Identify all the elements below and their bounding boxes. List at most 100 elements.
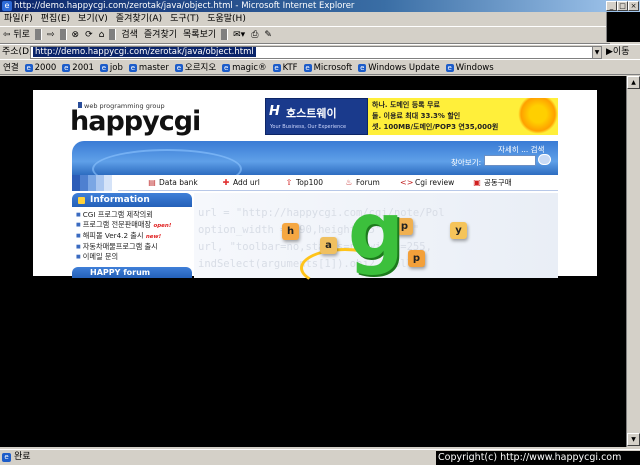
edit-icon[interactable]: ✎ [261,27,275,44]
info-item-label: 자동차매물프로그램 출시 [82,242,158,251]
big-g-logo: g [348,187,404,277]
header-swirl-graphic [92,149,242,175]
favorites-button[interactable]: 즐겨찾기 [141,27,180,44]
window-titlebar: e http://demo.happycgi.com/zerotak/java/… [0,0,640,12]
nav-data-bank[interactable]: ▤ Data bank [148,177,198,189]
home-button[interactable]: ⌂ [96,27,108,44]
address-bar: 주소(D) http://demo.happycgi.com/zerotak/j… [0,44,640,59]
menu-edit[interactable]: 편집(E) [37,12,74,27]
link-item[interactable]: magic® [219,60,269,74]
nav-cgi-review[interactable]: <> Cgi review [400,177,454,189]
stop-button[interactable]: ⊗ [69,27,83,44]
new-badge: new! [145,234,162,240]
sun-graphic-icon [518,98,558,134]
site-search-button[interactable] [538,154,551,165]
nav-group-buy[interactable]: ▣ 공동구매 [473,177,512,189]
hostway-title: 호스트웨이 [286,107,337,120]
ie-icon: e [2,1,12,11]
nav-label: 공동구매 [484,178,512,187]
domain-promo-banner[interactable]: 하나. 도메인 등록 무료 둘. 이용료 최대 33.3% 할인 셋. 100M… [368,98,558,135]
open-badge: open! [153,223,172,229]
list-item[interactable]: 프로그램 전문판매매장 open! [76,220,192,231]
list-item[interactable]: CGI 프로그램 제작의뢰 [76,210,192,220]
windows-logo-icon [606,12,640,42]
databank-icon: ▤ [148,178,156,187]
list-item[interactable]: 자동차매물프로그램 출시 [76,242,192,252]
refresh-button[interactable]: ⟳ [82,27,96,44]
window-title: http://demo.happycgi.com/zerotak/java/ob… [14,1,355,11]
info-item-label: 이메일 문의 [82,252,119,261]
letter-cube: a [320,237,337,254]
menu-view[interactable]: 보기(V) [74,12,112,27]
information-list: CGI 프로그램 제작의뢰 프로그램 전문판매매장 open! 해피몰 Ver4… [76,210,192,262]
links-bar: 연결20002001jobmaster오르지오magic®KTFMicrosof… [0,59,640,75]
link-item[interactable]: Windows [443,60,497,74]
standard-toolbar: ⇦ 뒤로 ⇨ ⊗ ⟳ ⌂ 검색 즐겨찾기 목록보기 ✉▾ ⎙ ✎ [0,27,610,44]
forum-icon: ♨ [345,178,353,187]
history-button[interactable]: 목록보기 [180,27,219,44]
arrow-up-icon: ⇧ [285,178,293,187]
minimize-button[interactable]: _ [606,1,617,11]
link-item[interactable]: 2001 [59,60,97,74]
code-icon: <> [400,178,414,187]
status-text: 완료 [2,451,31,463]
list-item[interactable]: 이메일 문의 [76,252,192,262]
address-dropdown-button[interactable]: ▼ [592,46,602,59]
go-label: 이동 [612,47,630,57]
nav-decoration [72,175,118,191]
promo-line: 둘. 이용료 최대 33.3% 할인 [372,112,461,120]
search-label: 찾아보기: [451,158,482,167]
link-item[interactable]: Windows Update [355,60,442,74]
letter-cube: h [282,223,299,240]
maximize-button[interactable]: □ [617,1,628,11]
print-icon[interactable]: ⎙ [248,27,261,44]
header-links[interactable]: 자세히 ... 검색 [498,144,544,155]
promo-line: 셋. 100MB/도메인/POP3 연35,000원 [372,123,499,131]
scroll-down-icon[interactable]: ▼ [627,433,640,446]
links-label: 연결 [3,63,19,73]
letter-cube: y [450,222,467,239]
link-item[interactable]: KTF [270,60,301,74]
hostway-slogan: Your Business, Our Experience [270,124,347,130]
nav-label: Forum [356,178,380,187]
hostway-banner[interactable]: H 호스트웨이 Your Business, Our Experience [265,98,368,135]
vertical-scrollbar[interactable]: ▲ ▼ [626,76,640,447]
nav-label: Add url [233,178,260,187]
forum-heading: HAPPY forum [72,267,192,278]
link-item[interactable]: 오르지오 [172,60,219,74]
info-item-label: 프로그램 전문판매매장 [82,220,152,229]
link-item[interactable]: Microsoft [301,60,356,74]
menu-tools[interactable]: 도구(T) [166,12,203,27]
copyright-caption: Copyright(c) http://www.happycgi.com [436,451,640,465]
list-item[interactable]: 해피몰 Ver4.2 출시 new! [76,231,192,242]
nav-top100[interactable]: ⇧ Top100 [285,177,323,189]
address-value: http://demo.happycgi.com/zerotak/java/ob… [33,47,256,57]
mail-icon[interactable]: ✉▾ [230,27,248,44]
information-heading: Information [72,193,192,207]
scroll-up-icon[interactable]: ▲ [627,76,640,89]
forward-button[interactable]: ⇨ [44,27,58,44]
search-button[interactable]: 검색 [118,27,141,44]
site-logo[interactable]: happycgi [70,106,201,137]
link-item[interactable]: master [126,60,172,74]
link-item[interactable]: 2000 [22,60,60,74]
address-label: 주소(D) [2,47,33,57]
letter-cube: p [408,250,425,267]
menu-bar: 파일(F) 편집(E) 보기(V) 즐겨찾기(A) 도구(T) 도움말(H) [0,12,640,27]
address-input[interactable]: http://demo.happycgi.com/zerotak/java/ob… [30,46,602,59]
info-item-label: CGI 프로그램 제작의뢰 [82,210,153,219]
nav-label: Cgi review [415,178,455,187]
plus-icon: ✚ [222,178,230,187]
go-button[interactable]: ▶이동 [606,45,629,60]
close-button[interactable]: × [628,1,639,11]
nav-add-url[interactable]: ✚ Add url [222,177,260,189]
cart-icon: ▣ [473,178,481,187]
back-button[interactable]: ⇦ 뒤로 [0,27,33,44]
menu-help[interactable]: 도움말(H) [203,12,250,27]
menu-favorites[interactable]: 즐겨찾기(A) [112,12,166,27]
site-search-input[interactable] [484,155,536,166]
promo-line: 하나. 도메인 등록 무료 [372,101,440,109]
menu-file[interactable]: 파일(F) [0,12,37,27]
nav-label: Top100 [296,178,323,187]
link-item[interactable]: job [97,60,126,74]
